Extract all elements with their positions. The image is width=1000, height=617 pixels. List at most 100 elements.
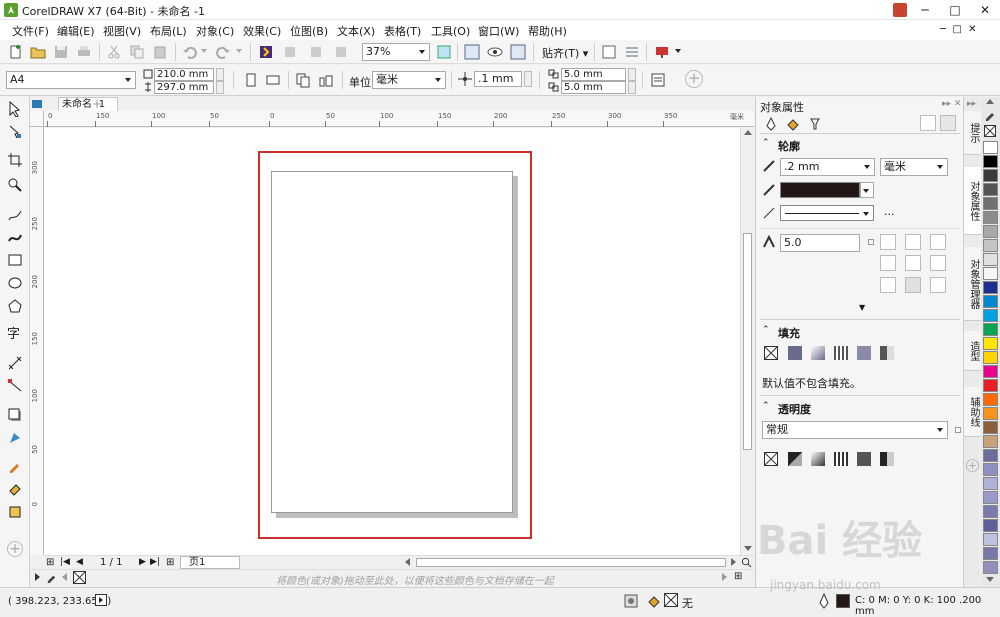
tab-shaping[interactable]: 造型 xyxy=(964,331,981,371)
save-icon[interactable] xyxy=(53,44,69,60)
palette-swatch[interactable] xyxy=(983,281,998,294)
cap-square-button[interactable] xyxy=(880,255,896,271)
corner-bevel-button[interactable] xyxy=(930,234,946,250)
ruler-origin[interactable] xyxy=(30,111,44,127)
redo-dropdown-icon[interactable] xyxy=(236,49,242,53)
scroll-down-icon[interactable] xyxy=(744,546,752,551)
outline-color-swatch[interactable] xyxy=(836,594,850,608)
copy-icon[interactable] xyxy=(129,44,145,60)
palette-scroll-right-icon[interactable] xyxy=(722,573,727,581)
palette-swatch[interactable] xyxy=(983,169,998,182)
import-icon[interactable] xyxy=(258,44,274,60)
sidetab-collapse-icon[interactable]: ▸▸ xyxy=(967,99,976,109)
palette-swatch[interactable] xyxy=(983,393,998,406)
status-expand-icon[interactable] xyxy=(95,594,107,606)
document-tab[interactable]: 未命名 -1 xyxy=(58,97,118,111)
menu-text[interactable]: 文本(X) xyxy=(337,23,375,39)
previous-page-icon[interactable]: ◀ xyxy=(76,557,83,567)
palette-scroll-left-icon[interactable] xyxy=(62,573,67,581)
corner-miter-button[interactable] xyxy=(880,234,896,250)
pick-tool-icon[interactable] xyxy=(7,101,23,117)
drop-shadow-tool-icon[interactable] xyxy=(7,407,23,423)
menu-help[interactable]: 帮助(H) xyxy=(528,23,567,39)
undo-dropdown-icon[interactable] xyxy=(201,49,207,53)
tab-guidelines[interactable]: 辅助线 xyxy=(964,387,981,437)
bitmap-transparency-button[interactable] xyxy=(880,452,894,466)
outline-unit-combo[interactable]: 毫米 xyxy=(880,158,948,176)
transparency-tab-icon[interactable] xyxy=(808,117,822,131)
add-page-after-icon[interactable]: ⊞ xyxy=(166,557,174,568)
add-tool-button[interactable]: + xyxy=(7,541,23,557)
texture-transparency-button[interactable] xyxy=(857,452,871,466)
smart-fill-tool-icon[interactable] xyxy=(7,504,23,520)
horizontal-scroll-thumb[interactable] xyxy=(416,558,726,567)
uniform-fill-button[interactable] xyxy=(788,346,802,360)
scroll-right-icon[interactable] xyxy=(731,558,736,566)
undo-icon[interactable] xyxy=(182,44,198,60)
menu-view[interactable]: 视图(V) xyxy=(103,23,141,39)
minimize-button[interactable]: ─ xyxy=(910,0,940,20)
scroll-up-icon[interactable] xyxy=(744,130,752,135)
transparency-mode-checkbox[interactable] xyxy=(955,427,961,433)
menu-bitmap[interactable]: 位图(B) xyxy=(290,23,328,39)
palette-swatch[interactable] xyxy=(983,239,998,252)
new-document-icon[interactable] xyxy=(8,44,24,60)
nudge-distance-input[interactable]: .1 mm xyxy=(474,71,522,87)
paste-icon[interactable] xyxy=(152,44,168,60)
palette-swatch[interactable] xyxy=(983,197,998,210)
page-options-icon[interactable] xyxy=(650,72,666,88)
miter-checkbox[interactable] xyxy=(868,239,874,245)
current-page-icon[interactable] xyxy=(318,72,334,88)
outline-width-combo[interactable]: .2 mm xyxy=(780,158,875,176)
position-center-button[interactable] xyxy=(905,277,921,293)
transparency-collapse-icon[interactable]: ⌃ xyxy=(762,401,770,411)
palette-swatch[interactable] xyxy=(983,463,998,476)
corner-round-button[interactable] xyxy=(905,234,921,250)
unit-combo[interactable]: 毫米 xyxy=(372,71,446,89)
application-launcher-icon[interactable] xyxy=(624,44,640,60)
palette-swatch[interactable] xyxy=(983,365,998,378)
user-icon[interactable] xyxy=(893,3,907,17)
palette-eyedropper-icon[interactable] xyxy=(984,109,996,121)
no-fill-button[interactable] xyxy=(764,346,778,360)
menu-file[interactable]: 文件(F) xyxy=(12,23,49,39)
palette-swatch[interactable] xyxy=(983,547,998,560)
fountain-fill-button[interactable] xyxy=(811,346,825,360)
position-outside-button[interactable] xyxy=(880,277,896,293)
publish-pdf-icon[interactable] xyxy=(308,44,324,60)
docker-options-icon[interactable] xyxy=(940,115,956,131)
web-publish-icon[interactable] xyxy=(333,44,349,60)
color-eyedropper-tool-icon[interactable] xyxy=(7,458,23,474)
fill-tab-icon[interactable] xyxy=(786,117,800,131)
all-pages-icon[interactable] xyxy=(295,72,311,88)
full-screen-icon[interactable] xyxy=(436,44,452,60)
export-icon[interactable] xyxy=(282,44,298,60)
page-width-spinner[interactable] xyxy=(216,68,224,81)
pattern-fill-button[interactable] xyxy=(834,346,848,360)
last-page-icon[interactable]: ▶| xyxy=(150,557,160,567)
ellipse-tool-icon[interactable] xyxy=(7,275,23,291)
page-width-input[interactable]: 210.0 mm xyxy=(154,68,214,81)
outline-more-button[interactable]: ... xyxy=(884,205,895,218)
page-size-combo[interactable]: A4 xyxy=(6,71,136,89)
palette-swatch[interactable] xyxy=(983,155,998,168)
outline-tab-icon[interactable] xyxy=(764,117,778,131)
fountain-transparency-button[interactable] xyxy=(811,452,825,466)
no-color-swatch[interactable] xyxy=(73,571,86,584)
miter-limit-input[interactable]: 5.0 xyxy=(780,234,860,252)
palette-swatch[interactable] xyxy=(983,351,998,364)
options-icon[interactable] xyxy=(601,44,617,60)
docker-collapse-icon[interactable]: ▸▸ ✕ xyxy=(942,99,961,109)
page-height-spinner[interactable] xyxy=(216,81,224,94)
tab-object-properties[interactable]: 对象属性 xyxy=(964,167,981,235)
color-proof-icon[interactable] xyxy=(624,594,638,608)
palette-down-icon[interactable] xyxy=(986,577,994,582)
page-tab[interactable]: 页1 xyxy=(180,556,240,569)
fill-none-swatch[interactable] xyxy=(664,593,678,607)
vertical-scrollbar[interactable] xyxy=(740,128,754,555)
palette-swatch[interactable] xyxy=(983,225,998,238)
scroll-left-icon[interactable] xyxy=(405,558,410,566)
nudge-spinner[interactable] xyxy=(524,71,532,87)
duplicate-y-spinner[interactable] xyxy=(628,81,636,94)
rectangle-tool-icon[interactable] xyxy=(7,252,23,268)
